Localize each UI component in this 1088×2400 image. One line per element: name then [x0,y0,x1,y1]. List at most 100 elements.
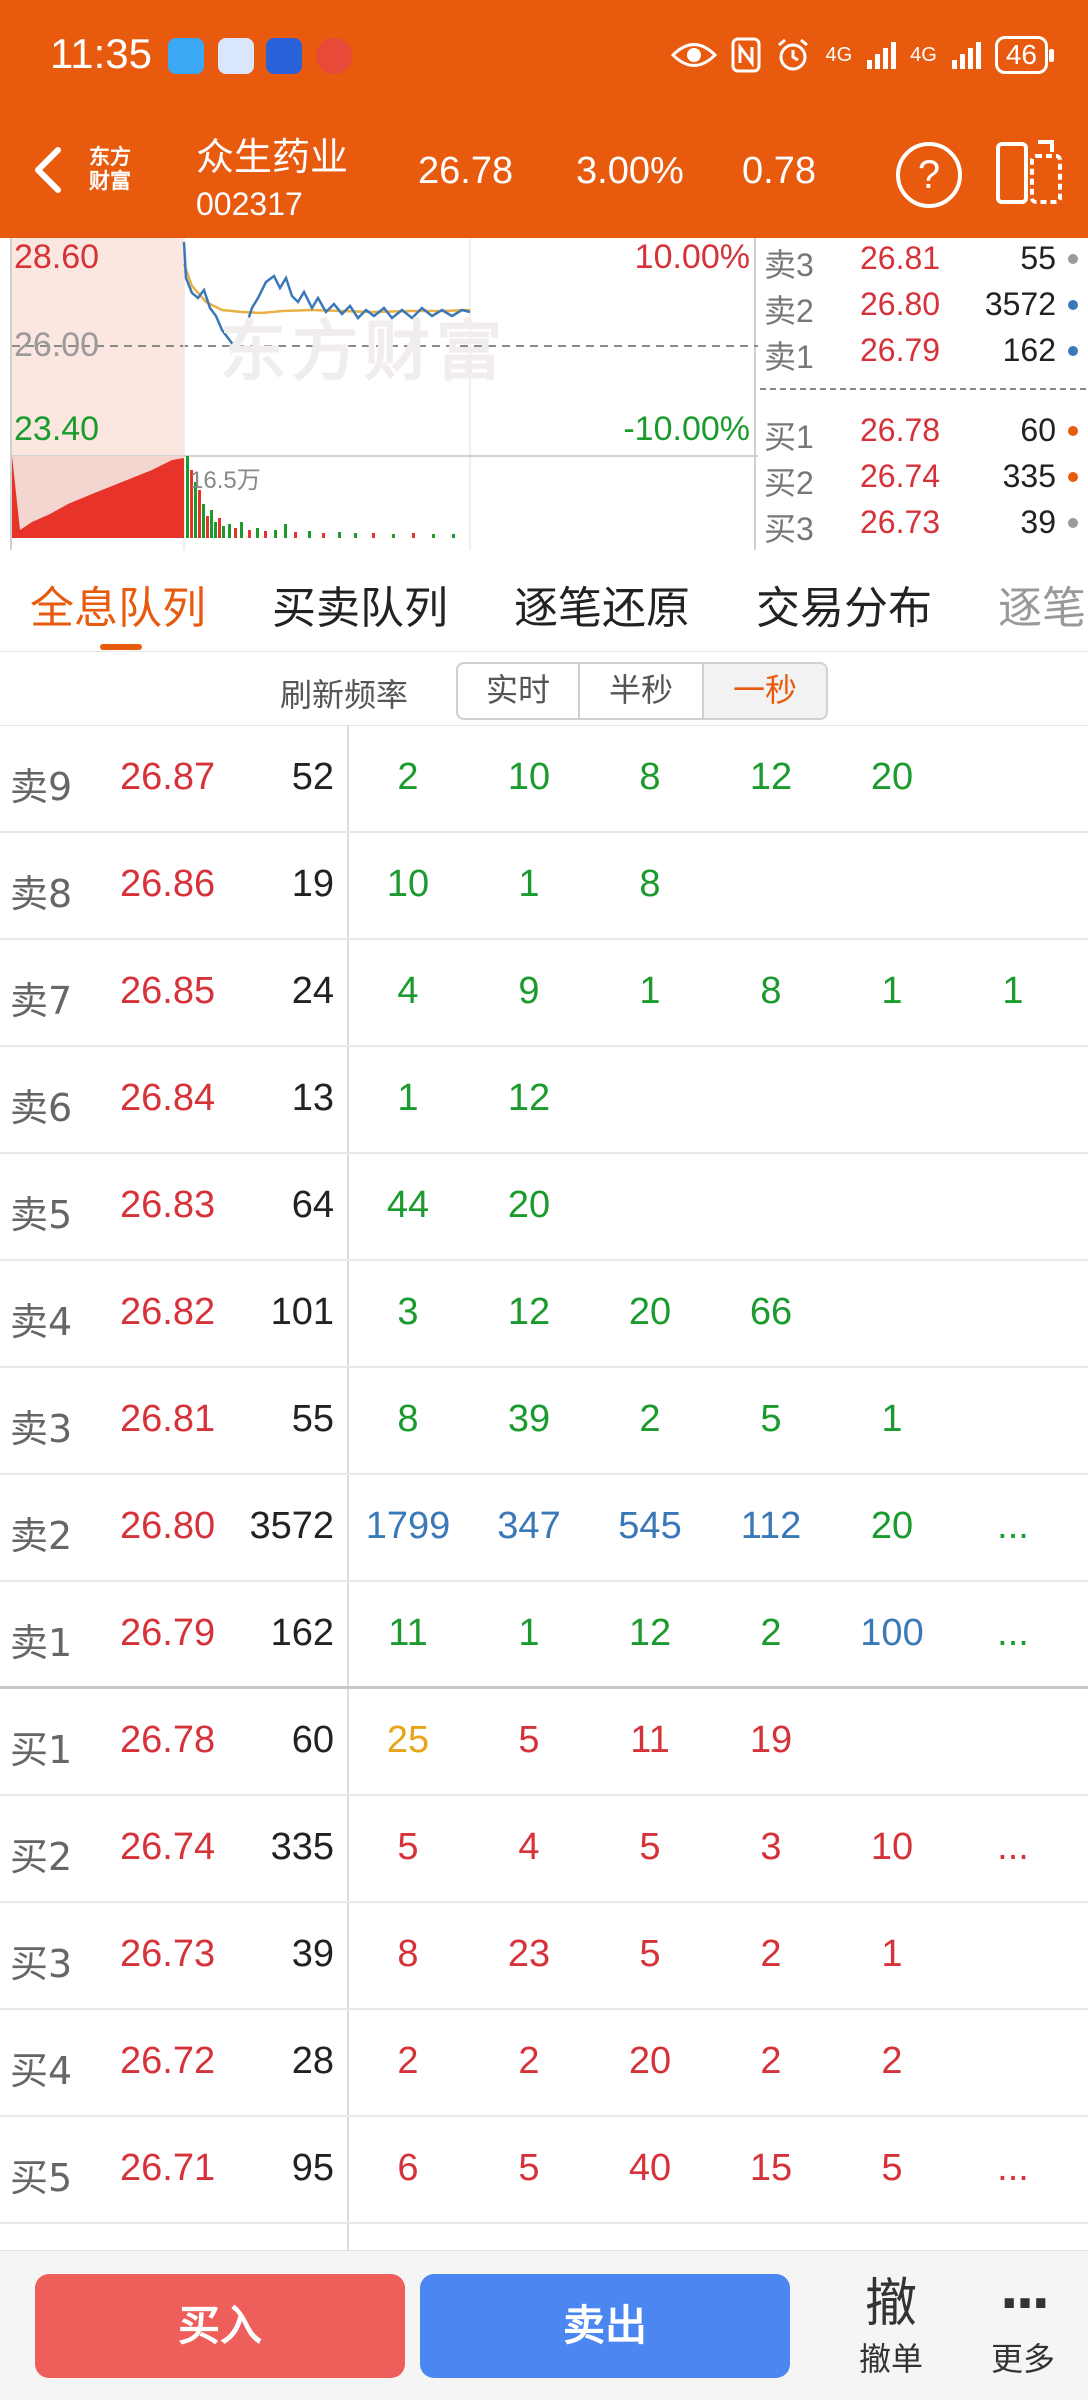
help-button[interactable]: ? [896,142,962,208]
tab-trade-distribution[interactable]: 交易分布 [756,572,932,636]
queue-row[interactable]: 买1 26.78 60 25 5 11 19 [0,1689,1088,1796]
trade-action-bar: 买入 卖出 撤 撤单 ··· 更多 [0,2250,1088,2400]
active-tab-indicator [100,644,142,650]
mini-book-volume: 39 [1020,504,1056,540]
tab-full-queue[interactable]: 全息队列 [30,572,206,636]
queue-level-volume: 101 [270,1291,334,1333]
queue-level-label: 卖3 [10,1407,73,1451]
cancel-order-button[interactable]: 撤 撤单 [836,2271,946,2381]
queue-row[interactable]: 买2 26.74 335 5 4 5 3 10... [0,1796,1088,1903]
eastmoney-logo: 东方 财富 [80,138,140,200]
queue-row[interactable]: 卖4 26.82 101 3 12 20 66 [0,1261,1088,1368]
queue-order-size: ... [997,1826,1029,1868]
mini-book-price: 26.79 [860,332,941,368]
queue-row[interactable]: 卖5 26.83 64 44 20 [0,1154,1088,1261]
mini-book-label: 买1 [764,419,814,455]
queue-row[interactable]: 卖9 26.87 52 2 10 8 12 20 [0,726,1088,833]
chart-high-percent: 10.00% [634,238,750,276]
queue-order-size: 8 [639,756,661,798]
queue-order-size: 100 [860,1612,924,1654]
mini-book-price: 26.80 [860,286,941,322]
mini-book-row: 卖3 26.81 55 [760,240,1080,286]
queue-level-price: 26.81 [120,1398,216,1440]
queue-row[interactable]: 卖1 26.79 162 11 1 12 2 100... [0,1582,1088,1689]
stock-header: 东方 财富 众生药业 002317 26.78 3.00% 0.78 ? [0,108,1088,238]
queue-order-size: 23 [507,1933,551,1975]
queue-order-size: 20 [507,1184,551,1226]
queue-order-size: 1799 [365,1505,451,1547]
queue-level-volume: 39 [291,1933,334,1975]
tab-tick-by-tick[interactable]: 逐笔 [998,572,1088,636]
split-screen-icon[interactable] [994,138,1064,208]
queue-order-size: 8 [397,1933,419,1975]
queue-level-volume: 19 [291,863,334,905]
queue-order-size: 1 [881,970,903,1012]
queue-order-size: 3 [760,1826,782,1868]
queue-row[interactable]: 卖3 26.81 55 8 39 2 5 1 [0,1368,1088,1475]
mini-book-dot [1068,426,1078,436]
queue-row[interactable]: 卖2 26.80 3572 1799 347 545 112 20... [0,1475,1088,1582]
mini-book-label: 卖3 [764,247,814,283]
mini-book-separator [760,388,1086,390]
queue-order-size: 10 [870,1826,914,1868]
refresh-option-one-second[interactable]: 一秒 [704,662,828,720]
change-percent: 3.00% [576,150,684,192]
queue-row[interactable]: 买5 26.71 95 6 5 40 15 5... [0,2117,1088,2224]
queue-order-size: 6 [397,2147,419,2189]
mini-book-row: 卖1 26.79 162 [760,332,1080,378]
more-button[interactable]: ··· 更多 [968,2271,1078,2381]
queue-order-size: 5 [397,1826,419,1868]
more-label: 更多 [990,2340,1055,2378]
queue-level-price: 26.85 [120,970,216,1012]
mini-order-book[interactable]: 卖3 26.81 55 卖2 26.80 3572 卖1 26.79 162 买… [760,238,1088,550]
network-type-2: 4G [910,44,937,66]
queue-level-label: 买2 [10,1835,73,1879]
queue-order-size: 10 [386,863,430,905]
queue-order-size: ... [997,1505,1029,1547]
queue-row[interactable]: 卖8 26.86 19 10 1 8 [0,833,1088,940]
queue-order-size: 20 [870,756,914,798]
queue-level-price: 26.72 [120,2040,216,2082]
queue-order-size: 2 [518,2040,540,2082]
queue-row[interactable]: 买3 26.73 39 8 23 5 2 1 [0,1903,1088,2010]
queue-order-size: 3 [397,1291,419,1333]
queue-level-price: 26.80 [120,1505,216,1547]
signal-icon [867,42,897,69]
alarm-icon [778,38,809,71]
mini-book-price: 26.81 [860,240,941,276]
queue-level-price: 26.86 [120,863,216,905]
tab-tick-restore[interactable]: 逐笔还原 [514,572,690,636]
buy-button[interactable]: 买入 [35,2274,405,2378]
queue-order-size: 44 [386,1184,430,1226]
queue-order-size: 39 [507,1398,551,1440]
mini-book-label: 卖2 [764,293,814,329]
queue-level-label: 卖8 [10,872,73,916]
queue-level-label: 买4 [10,2049,73,2093]
queue-row[interactable]: 买4 26.72 28 2 2 20 2 2 [0,2010,1088,2117]
back-arrow-icon[interactable] [18,138,78,202]
tab-bid-ask-queue[interactable]: 买卖队列 [272,572,448,636]
message-app-icon [168,38,204,74]
sell-button[interactable]: 卖出 [420,2274,790,2378]
chart-prev-close: 26.00 [14,326,100,364]
queue-order-size: 1 [881,1398,903,1440]
app-header-area: 11:35 4G 4G 46 东方 财富 众生药业 002317 26.78 3… [0,0,1088,238]
queue-level-price: 26.78 [120,1719,216,1761]
wallet-app-icon [218,38,254,74]
refresh-frequency-bar: 刷新频率 实时 半秒 一秒 [0,652,1088,726]
stock-name: 众生药业 [196,135,349,179]
queue-order-size: 15 [749,2147,793,2189]
queue-level-label: 卖6 [10,1086,73,1130]
queue-level-price: 26.87 [120,756,216,798]
stock-code: 002317 [196,186,303,222]
queue-order-size: 1 [639,970,661,1012]
queue-order-size: 2 [639,1398,661,1440]
refresh-option-half-second[interactable]: 半秒 [580,662,704,720]
refresh-option-realtime[interactable]: 实时 [456,662,580,720]
queue-row[interactable]: 卖6 26.84 13 1 12 [0,1047,1088,1154]
intraday-chart[interactable]: 东方财富 28.60 26.00 23.40 10.00% -10.00% 16… [10,238,758,550]
queue-level-volume: 13 [291,1077,334,1119]
queue-row[interactable]: 卖7 26.85 24 4 9 1 8 1 1 [0,940,1088,1047]
mini-book-volume: 60 [1020,412,1056,448]
queue-order-size: 2 [397,2040,419,2082]
